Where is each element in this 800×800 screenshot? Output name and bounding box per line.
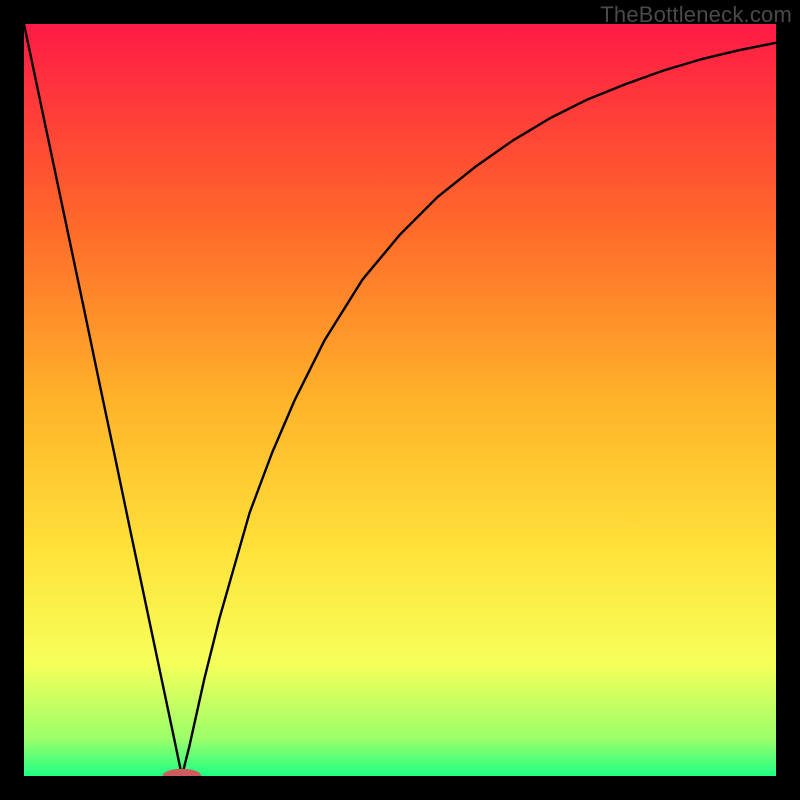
chart-frame: TheBottleneck.com: [0, 0, 800, 800]
plot-area: [24, 24, 776, 776]
watermark-text: TheBottleneck.com: [600, 2, 792, 28]
gradient-background: [24, 24, 776, 776]
bottleneck-chart: [24, 24, 776, 776]
